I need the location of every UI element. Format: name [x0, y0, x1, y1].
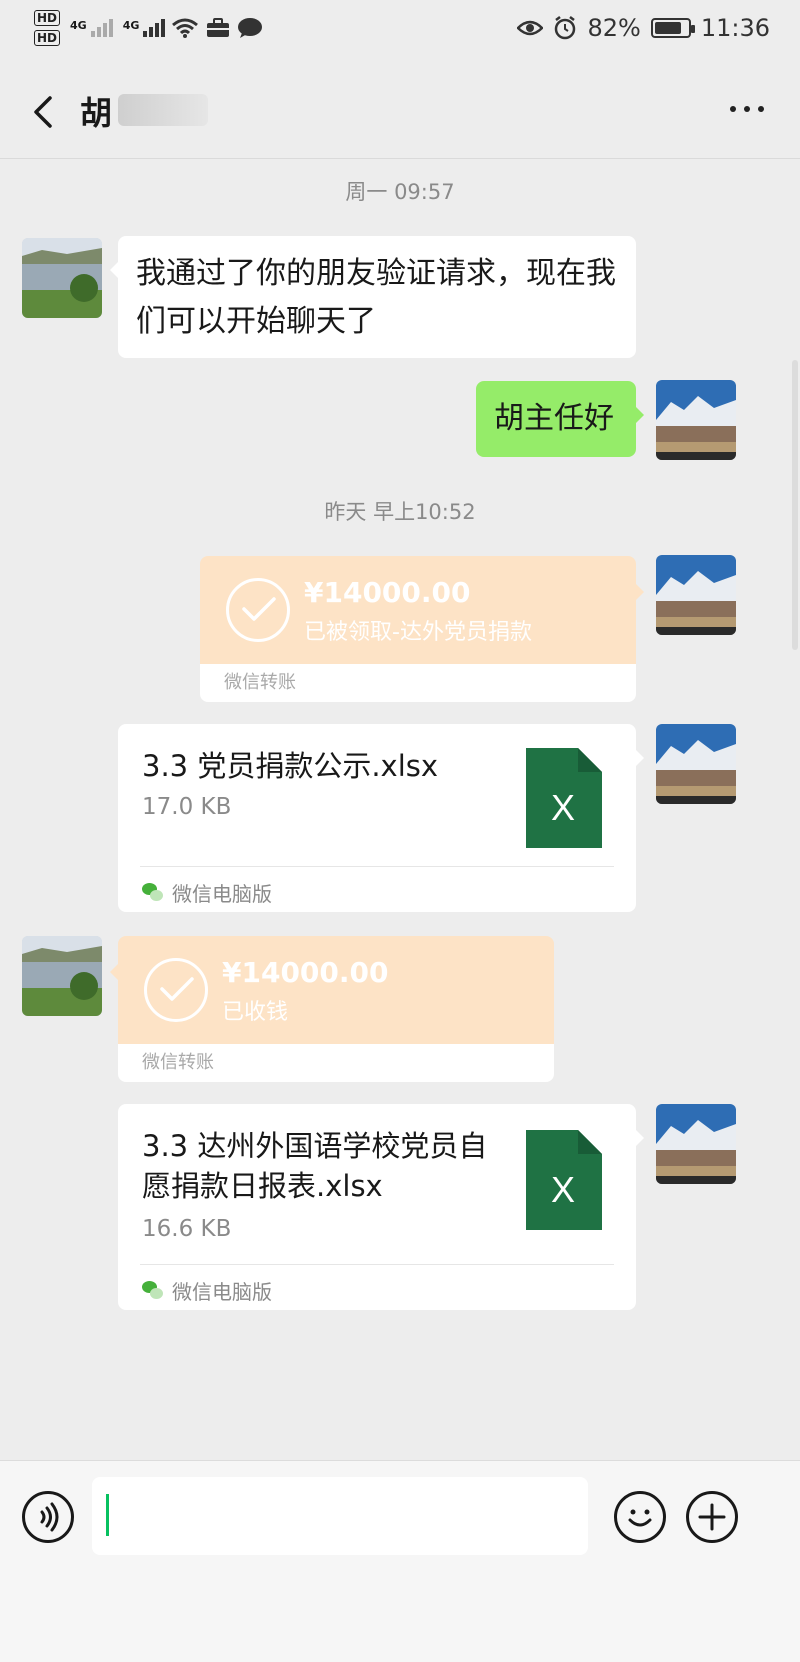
wifi-icon	[172, 18, 199, 38]
chat-title: 胡	[80, 94, 113, 132]
transfer-card-sent[interactable]: ¥14000.00 已被领取-达外党员捐款 微信转账	[200, 556, 644, 702]
chat-header: 胡	[0, 66, 800, 159]
smiley-icon	[628, 1509, 652, 1527]
check-icon	[144, 958, 208, 1022]
message-text: 胡主任好	[494, 401, 614, 436]
transfer-status: 已收钱	[222, 1000, 289, 1025]
transfer-card-received[interactable]: ¥14000.00 已收钱 微信转账	[110, 936, 554, 1082]
text-caret	[106, 1494, 109, 1536]
transfer-amount: ¥14000.00	[304, 576, 471, 609]
my-avatar[interactable]	[656, 724, 736, 804]
timestamp: 昨天 早上10:52	[324, 500, 476, 524]
file-name: 3.3 达州外国语学校党员自愿捐款日报表.xlsx	[142, 1129, 488, 1203]
my-avatar[interactable]	[656, 380, 736, 460]
transfer-status: 已被领取-达外党员捐款	[304, 620, 532, 645]
status-right: 82% 11:36	[517, 14, 770, 42]
contact-avatar[interactable]	[22, 936, 102, 1016]
incoming-text-bubble[interactable]: 我通过了你的朋友验证请求，现在我们可以开始聊天了	[110, 236, 636, 358]
input-bar	[0, 1460, 800, 1571]
file-size: 16.6 KB	[142, 1216, 232, 1242]
scrollbar[interactable]	[792, 360, 798, 650]
wechat-icon	[142, 882, 164, 903]
bottom-area	[0, 1571, 800, 1662]
file-card[interactable]: 3.3 党员捐款公示.xlsx 17.0 KB X 微信电脑版	[118, 724, 644, 912]
file-source: 微信电脑版	[142, 1276, 272, 1305]
battery-icon	[650, 18, 695, 38]
timestamp: 周一 09:57	[345, 180, 455, 204]
file-size: 17.0 KB	[142, 794, 232, 820]
eye-icon	[517, 20, 544, 36]
alarm-icon	[555, 16, 576, 40]
emoji-button[interactable]	[614, 1491, 666, 1543]
clock: 11:36	[700, 14, 770, 42]
status-bar: HD HD 4G 4G 82% 11:36	[0, 0, 800, 66]
my-avatar[interactable]	[656, 555, 736, 635]
check-icon	[226, 578, 290, 642]
back-icon[interactable]	[26, 92, 66, 132]
more-functions-button[interactable]	[686, 1491, 738, 1543]
blurred-name	[118, 94, 208, 126]
message-icon	[238, 18, 263, 38]
wechat-icon	[142, 1280, 164, 1301]
hd-badge-1: HD	[34, 10, 61, 26]
voice-icon	[40, 1502, 59, 1532]
briefcase-icon	[207, 18, 230, 37]
file-source: 微信电脑版	[142, 878, 272, 907]
excel-file-icon: X	[526, 1130, 602, 1230]
file-card[interactable]: 3.3 达州外国语学校党员自愿捐款日报表.xlsx 16.6 KB X 微信电脑…	[118, 1104, 644, 1310]
divider	[140, 866, 614, 867]
more-options-icon[interactable]	[730, 106, 764, 112]
file-source-label: 微信电脑版	[172, 882, 272, 906]
file-name: 3.3 党员捐款公示.xlsx	[142, 749, 439, 783]
battery-percent: 82%	[587, 14, 641, 42]
hd-badge-2: HD	[34, 30, 61, 46]
divider	[140, 1264, 614, 1265]
svg-text:X: X	[551, 787, 575, 828]
transfer-label: 微信转账	[118, 1044, 554, 1082]
outgoing-text-bubble[interactable]: 胡主任好	[476, 381, 644, 457]
transfer-label: 微信转账	[200, 664, 636, 702]
my-avatar[interactable]	[656, 1104, 736, 1184]
signal-icon-2: 4G	[123, 19, 166, 37]
signal-icon-1: 4G	[70, 19, 113, 37]
voice-button[interactable]	[22, 1491, 74, 1543]
plus-icon	[698, 1503, 726, 1531]
svg-text:X: X	[551, 1169, 575, 1210]
excel-file-icon: X	[526, 748, 602, 848]
message-text: 我通过了你的朋友验证请求，现在我们可以开始聊天了	[136, 256, 616, 339]
contact-avatar[interactable]	[22, 238, 102, 318]
status-left: HD HD 4G 4G	[34, 10, 263, 46]
transfer-amount: ¥14000.00	[222, 956, 389, 989]
message-input[interactable]	[92, 1477, 588, 1555]
file-source-label: 微信电脑版	[172, 1280, 272, 1304]
